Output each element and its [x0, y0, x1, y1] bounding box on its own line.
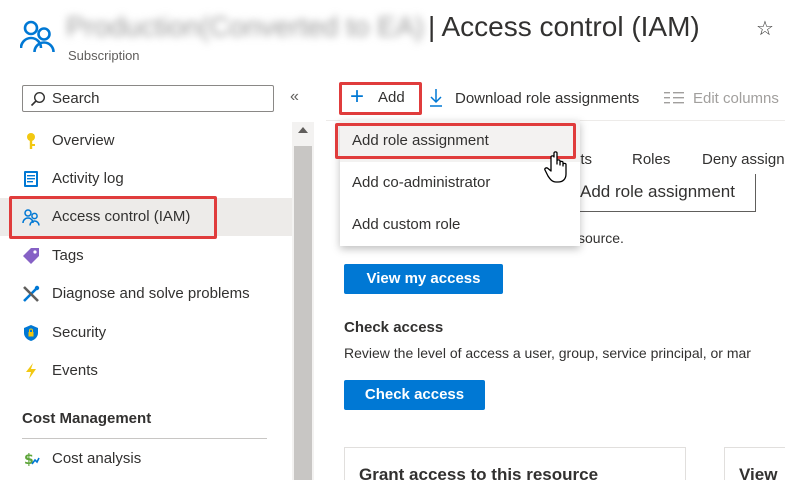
shield-icon — [24, 325, 38, 341]
sidebar-item-tags[interactable]: Tags — [0, 237, 292, 275]
edit-columns-label: Edit columns — [693, 90, 779, 107]
sidebar-item-label: Security — [52, 324, 107, 341]
menu-item-add-custom-role[interactable]: Add custom role — [340, 204, 580, 246]
search-placeholder: Search — [52, 90, 100, 107]
wrench-icon — [23, 285, 40, 302]
tab-roles[interactable]: Roles — [632, 151, 670, 168]
download-icon — [430, 89, 442, 107]
lightning-icon — [26, 363, 36, 379]
sidebar-search-input[interactable]: Search — [22, 85, 274, 112]
menu-item-label: Add co-administrator — [352, 174, 491, 191]
svg-text:$: $ — [24, 452, 34, 468]
iam-people-icon — [19, 18, 56, 54]
hand-cursor-icon — [544, 151, 567, 183]
page-title-text: Access control (IAM) — [441, 11, 700, 42]
sidebar-item-label: Activity log — [52, 170, 124, 187]
sidebar-item-security[interactable]: Security — [0, 314, 292, 352]
view-my-access-button[interactable]: View my access — [344, 264, 503, 294]
sidebar-section-cost-management: Cost Management — [22, 410, 152, 427]
sidebar-item-cost-analysis[interactable]: $ Cost analysis — [0, 440, 292, 478]
columns-icon — [664, 92, 684, 104]
edit-columns-button[interactable]: Edit columns — [664, 88, 785, 110]
page-subtitle: Subscription — [68, 48, 140, 63]
download-button-label: Download role assignments — [455, 90, 640, 107]
sidebar-item-label: Events — [52, 362, 98, 379]
page-title: Production(Converted to EA) | Access cont… — [66, 8, 700, 46]
tooltip: Add role assignment — [568, 174, 756, 212]
tooltip-text: Add role assignment — [580, 182, 735, 201]
sidebar-item-label: Diagnose and solve problems — [52, 285, 250, 302]
activity-log-icon — [24, 171, 38, 187]
scroll-up-arrow-icon[interactable] — [298, 127, 308, 133]
check-access-button[interactable]: Check access — [344, 380, 485, 410]
sidebar-item-events[interactable]: Events — [0, 352, 292, 390]
download-role-assignments-button[interactable]: Download role assignments — [428, 88, 650, 110]
collapse-sidebar-icon[interactable]: « — [290, 88, 299, 106]
star-icon[interactable]: ☆ — [756, 16, 774, 41]
tab-deny-assignments[interactable]: Deny assign — [702, 151, 785, 168]
title-separator: | — [427, 11, 436, 42]
highlight-box-iam — [9, 196, 217, 239]
view-access-card-title: View — [739, 465, 778, 480]
sidebar-item-activity-log[interactable]: Activity log — [0, 160, 292, 198]
grant-access-card: Grant access to this resource — [344, 447, 686, 480]
key-icon — [27, 133, 35, 149]
sidebar-item-label: Cost analysis — [52, 450, 142, 467]
highlight-box-add — [339, 82, 422, 115]
view-access-card: View — [724, 447, 785, 480]
grant-access-card-title: Grant access to this resource — [359, 465, 599, 480]
sidebar-item-overview[interactable]: Overview — [0, 122, 292, 160]
menu-item-label: Add custom role — [352, 216, 461, 233]
description-fragment-end: source. — [578, 230, 624, 246]
sidebar-item-label: Tags — [52, 247, 84, 264]
sidebar-item-diagnose[interactable]: Diagnose and solve problems — [0, 275, 292, 313]
search-icon — [30, 91, 46, 107]
tag-icon — [23, 248, 39, 264]
highlight-box-add-role-assignment — [335, 123, 576, 159]
cost-analysis-icon: $ — [24, 452, 40, 468]
section-divider — [22, 438, 267, 439]
check-access-heading: Check access — [344, 319, 444, 336]
sidebar-item-label: Overview — [52, 132, 115, 149]
scrollbar-thumb[interactable] — [294, 146, 312, 480]
subscription-name-blurred: Production(Converted to EA) — [66, 11, 424, 42]
check-access-description: Review the level of access a user, group… — [344, 345, 751, 361]
